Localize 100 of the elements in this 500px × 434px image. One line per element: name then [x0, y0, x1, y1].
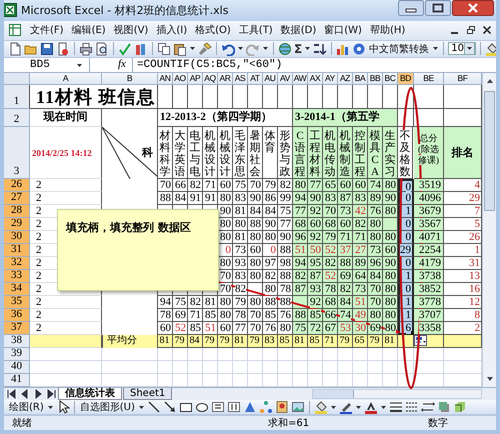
draw-menu-button[interactable]: 绘图(R) [8, 400, 45, 414]
clip-art-icon[interactable] [274, 400, 289, 414]
formula-field[interactable]: =COUNTIF(C5:BC5,"<60") [132, 58, 282, 72]
menu-item[interactable]: 帮助(H) [370, 23, 406, 38]
column-header[interactable]: BF [444, 73, 482, 85]
row-header[interactable]: 30 [4, 231, 30, 244]
column-header[interactable]: BD [398, 73, 414, 85]
scroll-thumb[interactable] [313, 390, 354, 398]
autoshapes-button[interactable]: 自选图形(U) [78, 400, 136, 414]
row-header[interactable]: 1 [4, 85, 30, 109]
close-button[interactable] [452, 0, 494, 16]
row-header[interactable]: 2 [4, 109, 30, 127]
caret-icon[interactable] [433, 47, 438, 50]
row-header[interactable]: 31 [4, 244, 30, 257]
name-box[interactable]: BD5 [4, 58, 90, 72]
menu-item[interactable]: 工具(T) [238, 23, 273, 38]
caret-icon[interactable] [238, 47, 243, 50]
menu-item[interactable]: 插入(I) [156, 23, 188, 38]
menu-item[interactable]: 文件(F) [30, 23, 64, 38]
copy-icon[interactable] [157, 42, 171, 56]
column-header[interactable]: AR [218, 73, 233, 85]
row-header[interactable]: 3 [4, 127, 30, 179]
caret-icon[interactable] [330, 406, 336, 408]
caret-icon[interactable] [356, 406, 361, 408]
column-header[interactable]: AX [308, 73, 323, 85]
paste-icon[interactable] [173, 42, 187, 56]
caret-icon[interactable] [380, 406, 386, 408]
column-header[interactable]: AZ [338, 73, 353, 85]
save-icon[interactable] [40, 42, 54, 56]
caret-icon[interactable] [305, 47, 310, 50]
format-painter-icon[interactable] [198, 42, 212, 56]
column-header[interactable]: AN [158, 73, 173, 85]
close-icon[interactable] [482, 25, 492, 36]
arrow-style-icon[interactable] [420, 400, 435, 414]
fill-color-icon[interactable] [484, 42, 496, 56]
dropdown-button[interactable] [464, 42, 475, 56]
diagram-icon[interactable] [258, 400, 273, 414]
vertical-scrollbar[interactable] [482, 73, 496, 387]
fill-color-icon[interactable] [314, 400, 328, 414]
row-header[interactable]: 37 [4, 322, 30, 335]
font-size-field[interactable]: 10 [448, 42, 476, 56]
font-color-icon[interactable] [364, 400, 378, 414]
undo-icon[interactable] [221, 42, 235, 56]
maximize-button[interactable] [425, 0, 451, 16]
menu-item[interactable]: 窗口(W) [324, 23, 362, 38]
row-header[interactable]: 27 [4, 192, 30, 205]
row-header[interactable]: 26 [4, 179, 30, 192]
column-header[interactable]: BB [368, 73, 383, 85]
row-header[interactable]: 28 [4, 205, 30, 218]
row-header[interactable]: 33 [4, 270, 30, 283]
caret-icon[interactable] [263, 47, 268, 50]
column-header[interactable]: AS [233, 73, 248, 85]
convert-button[interactable]: 中文简繁转换 [368, 42, 430, 56]
column-header[interactable]: AW [293, 73, 308, 85]
column-header[interactable]: AP [188, 73, 203, 85]
row-header[interactable]: 38 [4, 335, 30, 348]
print-icon[interactable] [79, 42, 93, 56]
horizontal-scrollbar[interactable] [312, 389, 482, 399]
column-header[interactable]: AQ [203, 73, 218, 85]
books-icon[interactable] [134, 42, 148, 56]
scroll-thumb[interactable] [484, 91, 495, 211]
menu-item[interactable]: 编辑(E) [72, 23, 106, 38]
menu-item[interactable]: 格式(O) [195, 23, 231, 38]
spelling-check-icon[interactable] [118, 42, 132, 56]
text-box-icon[interactable] [210, 400, 225, 414]
globe-icon[interactable] [278, 42, 292, 56]
caret-icon[interactable] [48, 406, 53, 408]
line-icon[interactable] [146, 400, 161, 414]
row-header[interactable]: 34 [4, 283, 30, 296]
arrow-icon[interactable] [162, 400, 177, 414]
ellipse-icon[interactable] [194, 400, 209, 414]
sheet-tab[interactable]: 信息统计表 [58, 388, 122, 400]
menu-item[interactable]: 视图(V) [114, 23, 148, 38]
row-header[interactable]: 39 [4, 348, 30, 361]
picture-icon[interactable] [290, 400, 305, 414]
help-icon[interactable] [352, 42, 366, 56]
permission-icon[interactable] [56, 42, 70, 56]
dash-style-icon[interactable] [404, 400, 419, 414]
row-header[interactable]: 29 [4, 218, 30, 231]
column-header[interactable]: BE [414, 73, 444, 85]
sum-button[interactable]: Σ [294, 42, 302, 56]
new-document-icon[interactable] [8, 42, 22, 56]
row-header[interactable]: 40 [4, 361, 30, 374]
row-header[interactable]: 36 [4, 309, 30, 322]
caret-icon[interactable] [138, 406, 144, 408]
restore-icon[interactable] [466, 25, 476, 36]
last-sheet-button[interactable] [45, 388, 57, 400]
column-header[interactable]: AU [263, 73, 278, 85]
sort-icon[interactable] [313, 42, 328, 56]
row-header[interactable]: 41 [4, 374, 30, 387]
caret-icon[interactable] [77, 64, 82, 66]
vertical-text-box-icon[interactable] [226, 400, 241, 414]
column-header[interactable]: BC [383, 73, 398, 85]
line-style-icon[interactable] [388, 400, 403, 414]
column-header[interactable]: B [102, 73, 158, 85]
column-header[interactable]: A [30, 73, 102, 85]
column-header[interactable]: BA [353, 73, 368, 85]
function-button[interactable]: fx [90, 58, 133, 72]
caret-icon[interactable] [190, 47, 195, 50]
rectangle-icon[interactable] [178, 400, 193, 414]
